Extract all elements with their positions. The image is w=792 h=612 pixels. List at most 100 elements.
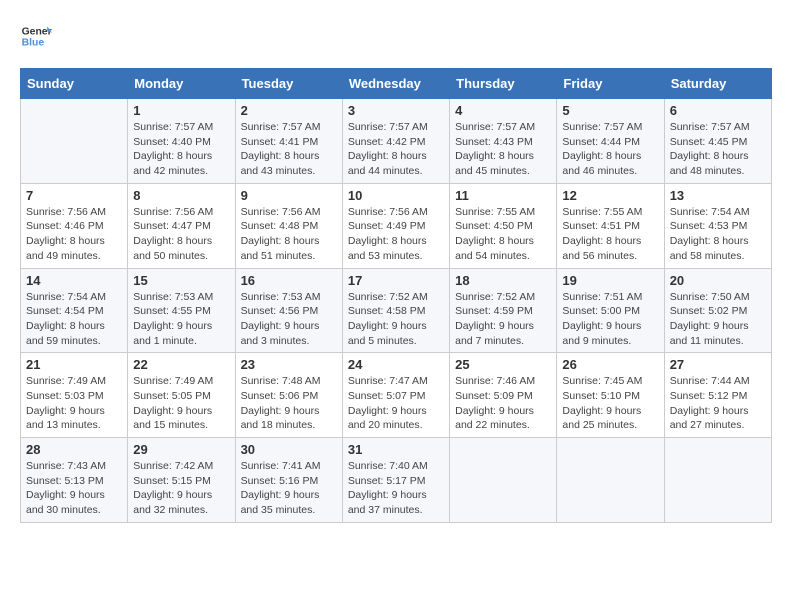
day-number: 9 bbox=[241, 188, 337, 203]
day-number: 26 bbox=[562, 357, 658, 372]
sunrise-text: Sunrise: 7:57 AM bbox=[670, 120, 766, 135]
week-row-3: 14Sunrise: 7:54 AMSunset: 4:54 PMDayligh… bbox=[21, 268, 772, 353]
header-cell-friday: Friday bbox=[557, 69, 664, 99]
sunset-text: Sunset: 5:10 PM bbox=[562, 389, 658, 404]
day-detail: Sunrise: 7:43 AMSunset: 5:13 PMDaylight:… bbox=[26, 459, 122, 518]
daylight-text: Daylight: 8 hours and 44 minutes. bbox=[348, 149, 444, 178]
day-number: 24 bbox=[348, 357, 444, 372]
calendar-cell: 20Sunrise: 7:50 AMSunset: 5:02 PMDayligh… bbox=[664, 268, 771, 353]
day-number: 8 bbox=[133, 188, 229, 203]
sunset-text: Sunset: 4:50 PM bbox=[455, 219, 551, 234]
calendar-cell bbox=[21, 99, 128, 184]
calendar-cell: 15Sunrise: 7:53 AMSunset: 4:55 PMDayligh… bbox=[128, 268, 235, 353]
calendar-cell: 14Sunrise: 7:54 AMSunset: 4:54 PMDayligh… bbox=[21, 268, 128, 353]
sunset-text: Sunset: 5:07 PM bbox=[348, 389, 444, 404]
calendar-cell bbox=[450, 438, 557, 523]
day-detail: Sunrise: 7:56 AMSunset: 4:46 PMDaylight:… bbox=[26, 205, 122, 264]
day-detail: Sunrise: 7:51 AMSunset: 5:00 PMDaylight:… bbox=[562, 290, 658, 349]
sunrise-text: Sunrise: 7:57 AM bbox=[133, 120, 229, 135]
sunrise-text: Sunrise: 7:55 AM bbox=[562, 205, 658, 220]
calendar-cell: 12Sunrise: 7:55 AMSunset: 4:51 PMDayligh… bbox=[557, 183, 664, 268]
sunrise-text: Sunrise: 7:54 AM bbox=[670, 205, 766, 220]
day-number: 28 bbox=[26, 442, 122, 457]
day-number: 2 bbox=[241, 103, 337, 118]
sunset-text: Sunset: 5:02 PM bbox=[670, 304, 766, 319]
daylight-text: Daylight: 9 hours and 18 minutes. bbox=[241, 404, 337, 433]
sunrise-text: Sunrise: 7:49 AM bbox=[133, 374, 229, 389]
day-detail: Sunrise: 7:40 AMSunset: 5:17 PMDaylight:… bbox=[348, 459, 444, 518]
day-detail: Sunrise: 7:53 AMSunset: 4:56 PMDaylight:… bbox=[241, 290, 337, 349]
sunset-text: Sunset: 5:00 PM bbox=[562, 304, 658, 319]
sunrise-text: Sunrise: 7:57 AM bbox=[455, 120, 551, 135]
calendar-cell: 13Sunrise: 7:54 AMSunset: 4:53 PMDayligh… bbox=[664, 183, 771, 268]
day-number: 23 bbox=[241, 357, 337, 372]
day-detail: Sunrise: 7:49 AMSunset: 5:05 PMDaylight:… bbox=[133, 374, 229, 433]
day-detail: Sunrise: 7:44 AMSunset: 5:12 PMDaylight:… bbox=[670, 374, 766, 433]
day-detail: Sunrise: 7:57 AMSunset: 4:40 PMDaylight:… bbox=[133, 120, 229, 179]
sunrise-text: Sunrise: 7:42 AM bbox=[133, 459, 229, 474]
day-number: 7 bbox=[26, 188, 122, 203]
sunrise-text: Sunrise: 7:41 AM bbox=[241, 459, 337, 474]
sunrise-text: Sunrise: 7:56 AM bbox=[26, 205, 122, 220]
daylight-text: Daylight: 9 hours and 27 minutes. bbox=[670, 404, 766, 433]
day-detail: Sunrise: 7:57 AMSunset: 4:44 PMDaylight:… bbox=[562, 120, 658, 179]
day-number: 29 bbox=[133, 442, 229, 457]
calendar-cell: 28 Sunrise: 7:43 AMSunset: 5:13 PMDayligh… bbox=[21, 438, 128, 523]
sunset-text: Sunset: 5:13 PM bbox=[26, 474, 122, 489]
daylight-text: Daylight: 8 hours and 53 minutes. bbox=[348, 234, 444, 263]
day-number: 3 bbox=[348, 103, 444, 118]
week-row-2: 7Sunrise: 7:56 AMSunset: 4:46 PMDaylight… bbox=[21, 183, 772, 268]
day-detail: Sunrise: 7:57 AMSunset: 4:43 PMDaylight:… bbox=[455, 120, 551, 179]
day-detail: Sunrise: 7:53 AMSunset: 4:55 PMDaylight:… bbox=[133, 290, 229, 349]
day-detail: Sunrise: 7:49 AMSunset: 5:03 PMDaylight:… bbox=[26, 374, 122, 433]
day-detail: Sunrise: 7:54 AMSunset: 4:54 PMDaylight:… bbox=[26, 290, 122, 349]
calendar-cell: 7 Sunrise: 7:56 AMSunset: 4:46 PMDaylight… bbox=[21, 183, 128, 268]
calendar-cell bbox=[557, 438, 664, 523]
header-cell-sunday: Sunday bbox=[21, 69, 128, 99]
day-number: 17 bbox=[348, 273, 444, 288]
day-number: 11 bbox=[455, 188, 551, 203]
page-header: General Blue bbox=[20, 20, 772, 52]
day-detail: Sunrise: 7:46 AMSunset: 5:09 PMDaylight:… bbox=[455, 374, 551, 433]
calendar-cell: 8Sunrise: 7:56 AMSunset: 4:47 PMDaylight… bbox=[128, 183, 235, 268]
sunset-text: Sunset: 4:54 PM bbox=[26, 304, 122, 319]
calendar-cell: 21Sunrise: 7:49 AMSunset: 5:03 PMDayligh… bbox=[21, 353, 128, 438]
daylight-text: Daylight: 9 hours and 13 minutes. bbox=[26, 404, 122, 433]
sunset-text: Sunset: 5:05 PM bbox=[133, 389, 229, 404]
header-row: SundayMondayTuesdayWednesdayThursdayFrid… bbox=[21, 69, 772, 99]
sunset-text: Sunset: 4:49 PM bbox=[348, 219, 444, 234]
daylight-text: Daylight: 8 hours and 43 minutes. bbox=[241, 149, 337, 178]
day-number: 20 bbox=[670, 273, 766, 288]
sunrise-text: Sunrise: 7:47 AM bbox=[348, 374, 444, 389]
day-number: 16 bbox=[241, 273, 337, 288]
svg-text:Blue: Blue bbox=[22, 38, 45, 49]
calendar-cell: 10 Sunrise: 7:56 AMSunset: 4:49 PMDayligh… bbox=[342, 183, 449, 268]
daylight-text: Daylight: 9 hours and 20 minutes. bbox=[348, 404, 444, 433]
calendar-cell: 24 Sunrise: 7:47 AMSunset: 5:07 PMDayligh… bbox=[342, 353, 449, 438]
calendar-cell: 23Sunrise: 7:48 AMSunset: 5:06 PMDayligh… bbox=[235, 353, 342, 438]
logo: General Blue bbox=[20, 20, 52, 52]
calendar-cell: 6Sunrise: 7:57 AMSunset: 4:45 PMDaylight… bbox=[664, 99, 771, 184]
sunrise-text: Sunrise: 7:56 AM bbox=[348, 205, 444, 220]
daylight-text: Daylight: 8 hours and 51 minutes. bbox=[241, 234, 337, 263]
daylight-text: Daylight: 9 hours and 15 minutes. bbox=[133, 404, 229, 433]
sunrise-text: Sunrise: 7:56 AM bbox=[133, 205, 229, 220]
daylight-text: Daylight: 9 hours and 1 minute. bbox=[133, 319, 229, 348]
day-detail: Sunrise: 7:42 AMSunset: 5:15 PMDaylight:… bbox=[133, 459, 229, 518]
day-number: 10 bbox=[348, 188, 444, 203]
sunrise-text: Sunrise: 7:54 AM bbox=[26, 290, 122, 305]
calendar-cell: 17Sunrise: 7:52 AMSunset: 4:58 PMDayligh… bbox=[342, 268, 449, 353]
sunrise-text: Sunrise: 7:44 AM bbox=[670, 374, 766, 389]
sunrise-text: Sunrise: 7:57 AM bbox=[241, 120, 337, 135]
day-detail: Sunrise: 7:57 AMSunset: 4:41 PMDaylight:… bbox=[241, 120, 337, 179]
daylight-text: Daylight: 8 hours and 59 minutes. bbox=[26, 319, 122, 348]
day-number: 19 bbox=[562, 273, 658, 288]
sunset-text: Sunset: 5:09 PM bbox=[455, 389, 551, 404]
daylight-text: Daylight: 8 hours and 49 minutes. bbox=[26, 234, 122, 263]
sunset-text: Sunset: 4:48 PM bbox=[241, 219, 337, 234]
daylight-text: Daylight: 8 hours and 54 minutes. bbox=[455, 234, 551, 263]
sunset-text: Sunset: 4:46 PM bbox=[26, 219, 122, 234]
day-number: 4 bbox=[455, 103, 551, 118]
daylight-text: Daylight: 8 hours and 46 minutes. bbox=[562, 149, 658, 178]
sunrise-text: Sunrise: 7:56 AM bbox=[241, 205, 337, 220]
